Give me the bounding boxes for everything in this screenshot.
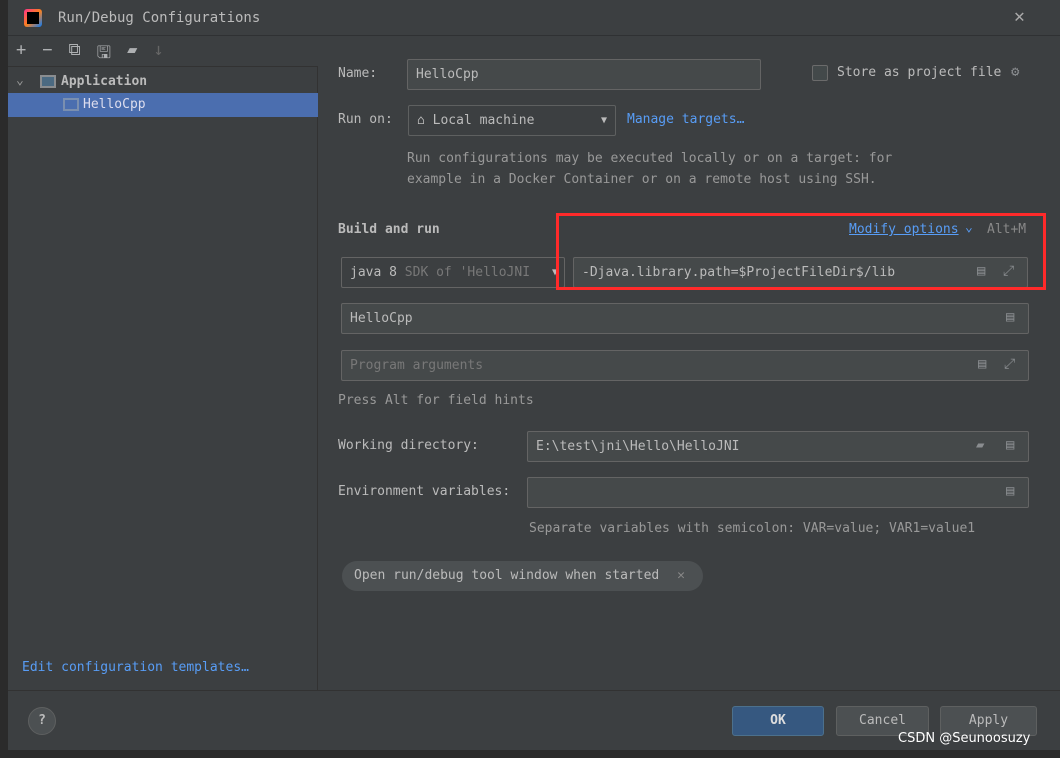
tree-item-hellocpp[interactable]: HelloCpp bbox=[8, 93, 318, 117]
tree-group-label: Application bbox=[61, 74, 148, 89]
close-icon[interactable]: ✕ bbox=[677, 568, 685, 583]
sort-icon[interactable]: ↓ bbox=[153, 40, 163, 69]
env-field[interactable] bbox=[527, 477, 1029, 508]
option-chip[interactable]: Open run/debug tool window when started … bbox=[342, 561, 703, 591]
env-hint: Separate variables with semicolon: VAR=v… bbox=[529, 521, 976, 536]
run-on-select[interactable]: ⌂ Local machine ▼ bbox=[408, 105, 616, 136]
document-icon[interactable]: ▤ bbox=[978, 356, 986, 372]
application-icon bbox=[63, 98, 79, 111]
tree-group-application[interactable]: ⌄ Application bbox=[8, 71, 318, 93]
working-dir-field[interactable]: E:\test\jni\Hello\HelloJNI bbox=[527, 431, 1029, 462]
tree-item-label: HelloCpp bbox=[83, 97, 146, 112]
name-label: Name: bbox=[338, 66, 378, 81]
jre-select[interactable]: java 8 SDK of 'HelloJNI ▼ bbox=[341, 257, 565, 288]
add-icon[interactable]: + bbox=[16, 40, 26, 69]
run-on-hint-2: example in a Docker Container or on a re… bbox=[407, 172, 877, 187]
highlight-box bbox=[556, 213, 1046, 290]
config-tree: ⌄ Application HelloCpp Edit configuratio… bbox=[8, 66, 318, 690]
close-icon[interactable]: ✕ bbox=[1014, 6, 1025, 27]
new-folder-icon[interactable]: ▰ bbox=[127, 40, 137, 69]
remove-icon[interactable]: − bbox=[42, 40, 52, 69]
build-section-title: Build and run bbox=[338, 222, 440, 237]
run-on-label: Run on: bbox=[338, 112, 393, 127]
watermark: CSDN @Seunoosuzy bbox=[898, 731, 1031, 746]
home-icon: ⌂ bbox=[417, 113, 425, 128]
env-label: Environment variables: bbox=[338, 484, 511, 499]
title-bar: Run/Debug Configurations ✕ bbox=[8, 0, 1060, 36]
document-icon[interactable]: ▤ bbox=[1006, 309, 1014, 325]
expand-icon[interactable]: ⤢ bbox=[1004, 356, 1015, 372]
copy-icon[interactable]: ⧉ bbox=[69, 40, 81, 69]
working-dir-label: Working directory: bbox=[338, 438, 479, 453]
store-label[interactable]: Store as project file bbox=[837, 65, 1001, 80]
store-checkbox[interactable] bbox=[812, 65, 828, 81]
save-icon[interactable]: 🖫 bbox=[97, 40, 111, 69]
manage-targets-link[interactable]: Manage targets… bbox=[627, 112, 744, 127]
application-icon bbox=[40, 75, 56, 88]
toolbar: + − ⧉ 🖫 ▰ ↓ bbox=[16, 40, 164, 69]
run-on-hint: Run configurations may be executed local… bbox=[407, 151, 893, 166]
help-button[interactable]: ? bbox=[28, 707, 56, 735]
dropdown-arrow-icon: ▼ bbox=[600, 115, 607, 126]
program-arguments-field[interactable]: Program arguments bbox=[341, 350, 1029, 381]
chip-label: Open run/debug tool window when started bbox=[354, 568, 660, 583]
run-on-value: Local machine bbox=[432, 113, 535, 128]
document-icon[interactable]: ▤ bbox=[1006, 437, 1014, 453]
field-hint: Press Alt for field hints bbox=[338, 393, 534, 408]
gear-icon[interactable]: ⚙ bbox=[1011, 64, 1019, 80]
chevron-down-icon[interactable]: ⌄ bbox=[16, 73, 24, 88]
dialog-title: Run/Debug Configurations bbox=[58, 10, 261, 26]
jre-detail: SDK of 'HelloJNI bbox=[404, 265, 531, 280]
document-icon[interactable]: ▤ bbox=[1006, 483, 1014, 499]
ok-button[interactable]: OK bbox=[732, 706, 824, 736]
edit-templates-link[interactable]: Edit configuration templates… bbox=[22, 660, 249, 675]
folder-icon[interactable]: ▰ bbox=[976, 437, 984, 453]
name-field[interactable]: HelloCpp bbox=[407, 59, 761, 90]
main-class-field[interactable]: HelloCpp bbox=[341, 303, 1029, 334]
jre-value: java 8 bbox=[350, 265, 397, 280]
intellij-logo-icon bbox=[24, 9, 42, 27]
